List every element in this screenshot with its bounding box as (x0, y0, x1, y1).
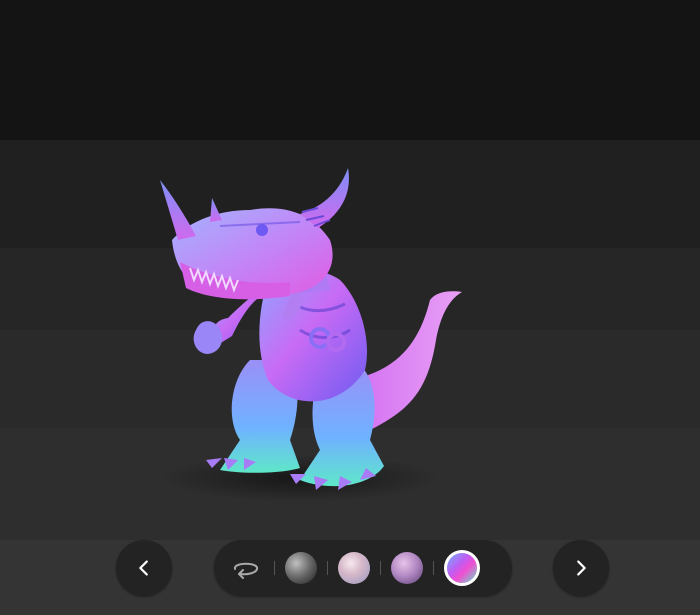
material-sphere-3[interactable] (391, 552, 423, 584)
previous-button[interactable] (116, 540, 172, 596)
next-button[interactable] (553, 540, 609, 596)
toolbar-divider (433, 561, 434, 575)
3d-viewport[interactable] (0, 0, 700, 540)
material-sphere-1[interactable] (285, 552, 317, 584)
toolbar-divider (380, 561, 381, 575)
rotate-icon (234, 562, 258, 579)
chevron-right-icon (577, 560, 586, 576)
chevron-left-icon (139, 560, 148, 576)
material-sphere-4[interactable] (444, 550, 480, 586)
rotate-button[interactable] (228, 550, 264, 586)
material-toolbar (214, 540, 512, 596)
toolbar-divider (274, 561, 275, 575)
material-sphere-2[interactable] (338, 552, 370, 584)
toolbar-divider (327, 561, 328, 575)
model-render (160, 168, 462, 502)
